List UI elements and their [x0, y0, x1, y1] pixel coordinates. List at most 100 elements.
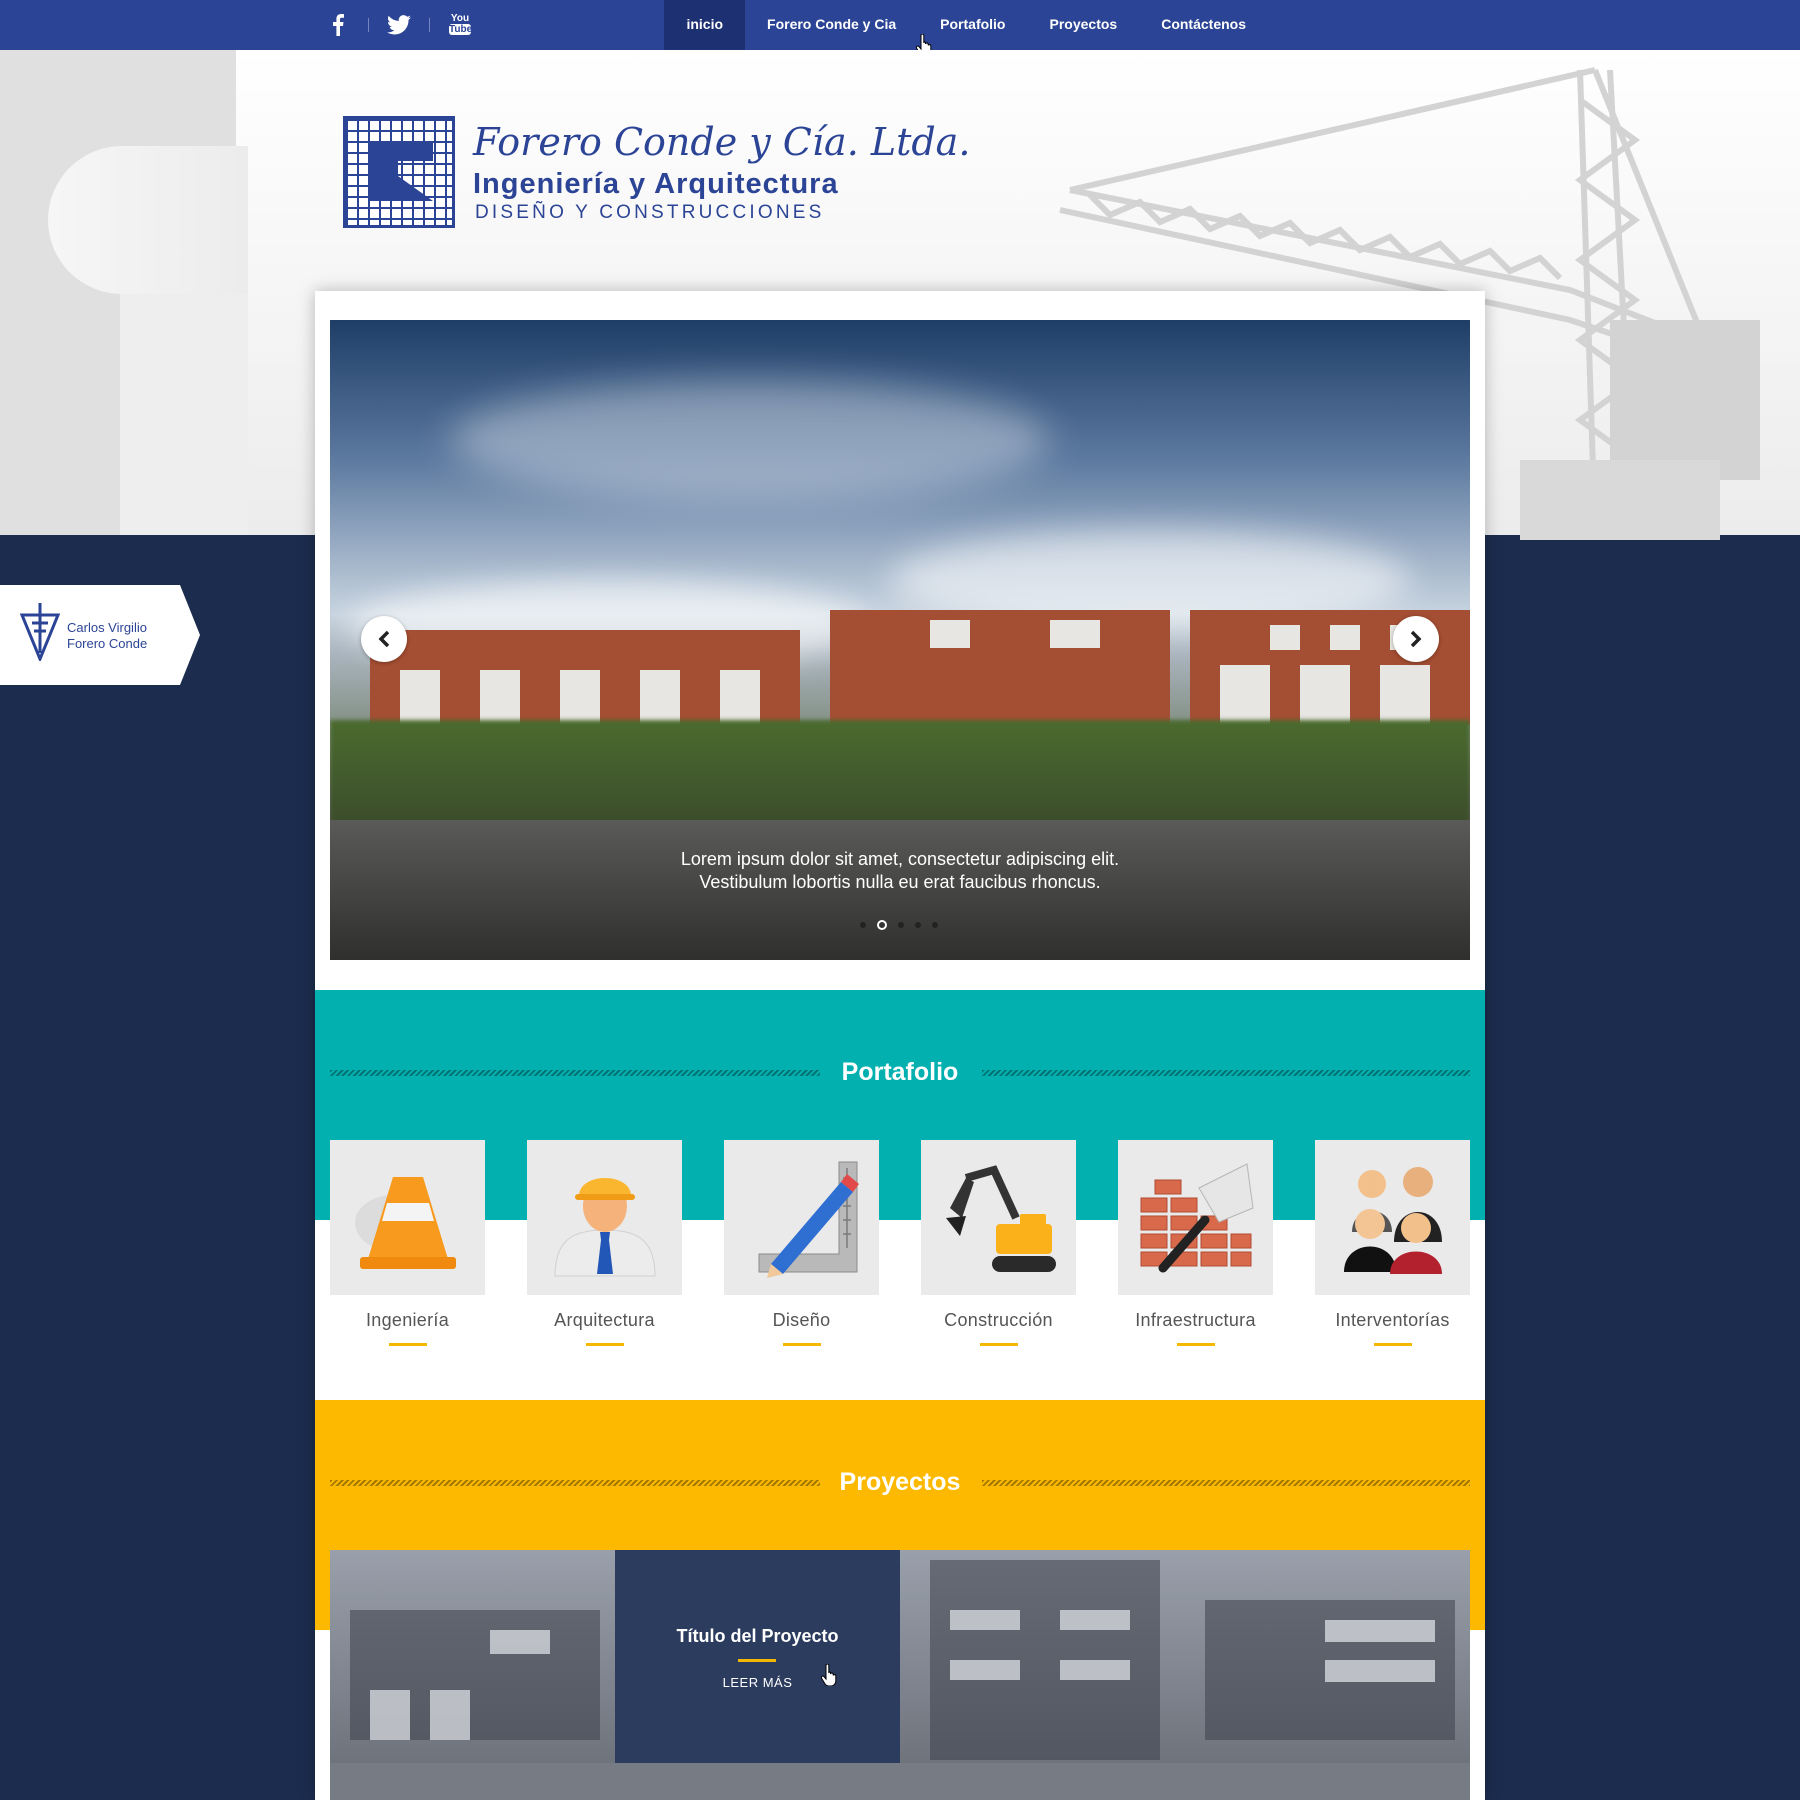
- divider: [368, 18, 369, 32]
- portafolio-label: Diseño: [772, 1310, 831, 1330]
- slide-building-window: [930, 620, 970, 648]
- project-building-window: [1060, 1610, 1130, 1630]
- nav-inicio[interactable]: inicio: [664, 0, 746, 50]
- label-underline: [979, 1343, 1018, 1346]
- portafolio-label: Interventorías: [1335, 1310, 1450, 1330]
- engineer-icon: [553, 1177, 656, 1276]
- portafolio-item-interventorias[interactable]: Interventorías: [1315, 1140, 1470, 1346]
- slide-building-door: [1220, 665, 1270, 725]
- slide-building: [830, 610, 1170, 730]
- hero-slider[interactable]: Lorem ipsum dolor sit amet, consectetur …: [330, 320, 1470, 960]
- project-building-door: [370, 1690, 410, 1740]
- facebook-icon[interactable]: [326, 13, 350, 37]
- portafolio-item-arquitectura[interactable]: Arquitectura: [527, 1140, 682, 1346]
- slide-building-window: [1050, 620, 1100, 648]
- founder-name-line: Carlos Virgilio: [67, 620, 147, 635]
- social-links: You Tube: [326, 12, 472, 38]
- slide-cloud: [450, 380, 1050, 500]
- project-card[interactable]: [330, 1550, 615, 1763]
- slider-next-button[interactable]: [1393, 616, 1439, 662]
- portafolio-label: Arquitectura: [554, 1310, 655, 1330]
- project-title-underline: [738, 1659, 776, 1662]
- nav-portafolio[interactable]: Portafolio: [918, 0, 1027, 50]
- top-navigation-bar: You Tube inicio Forero Conde y Cia Porta…: [0, 0, 1800, 50]
- project-building-window: [1325, 1660, 1435, 1682]
- portafolio-label: Ingeniería: [365, 1310, 450, 1330]
- project-building-window: [1060, 1660, 1130, 1680]
- portafolio-tile: [527, 1140, 682, 1295]
- youtube-icon[interactable]: You Tube: [448, 13, 472, 37]
- project-card[interactable]: [1185, 1550, 1470, 1763]
- project-building-door: [430, 1690, 470, 1740]
- project-card[interactable]: [330, 1763, 615, 1800]
- traffic-cone-icon: [354, 1176, 456, 1269]
- portafolio-item-construccion[interactable]: Construcción: [921, 1140, 1076, 1346]
- slider-dot[interactable]: [915, 922, 921, 928]
- project-card-featured[interactable]: Título del Proyecto LEER MÁS: [615, 1550, 900, 1763]
- portafolio-tile: [1118, 1140, 1273, 1295]
- read-more-link[interactable]: LEER MÁS: [615, 1675, 900, 1690]
- excavator-icon: [946, 1164, 1056, 1272]
- chevron-left-icon: [378, 630, 390, 648]
- portafolio-label: Construcción: [944, 1310, 1053, 1330]
- divider: [429, 18, 430, 32]
- portafolio-label: Infraestructura: [1135, 1310, 1256, 1330]
- logo-subtagline: DISEÑO Y CONSTRUCCIONES: [475, 202, 825, 223]
- portafolio-tile: [921, 1140, 1076, 1295]
- portafolio-tile: [330, 1140, 485, 1295]
- project-card[interactable]: [900, 1763, 1185, 1800]
- decorative-shape: [120, 294, 248, 535]
- label-underline: [1176, 1343, 1215, 1346]
- slide-building-window: [1330, 625, 1360, 650]
- slider-pagination: [860, 920, 938, 930]
- slide-caption: Lorem ipsum dolor sit amet, consectetur …: [330, 848, 1470, 894]
- slider-dot[interactable]: [898, 922, 904, 928]
- nav-contactenos[interactable]: Contáctenos: [1139, 0, 1268, 50]
- portafolio-title: Portafolio: [841, 1058, 959, 1086]
- project-title: Título del Proyecto: [676, 1626, 839, 1646]
- logo-tagline: Ingeniería y Arquitectura: [473, 168, 839, 200]
- slide-grass: [330, 720, 1470, 830]
- slide-building-door: [1300, 665, 1350, 725]
- portafolio-item-diseno[interactable]: Diseño: [724, 1140, 879, 1346]
- hand-cursor-icon: [821, 1664, 837, 1686]
- nav-forero-conde-y-cia[interactable]: Forero Conde y Cia: [745, 0, 918, 50]
- slide-building-door: [1380, 665, 1430, 725]
- portafolio-band: Portafolio: [315, 990, 1485, 1220]
- project-building-window: [950, 1610, 1020, 1630]
- project-building-window: [490, 1630, 550, 1654]
- slider-dot[interactable]: [860, 922, 866, 928]
- portafolio-tile: [1315, 1140, 1470, 1295]
- slide-caption-line: Lorem ipsum dolor sit amet, consectetur …: [680, 849, 1120, 869]
- slider-dot-active[interactable]: [877, 920, 887, 930]
- label-underline: [585, 1343, 624, 1346]
- project-card[interactable]: [900, 1550, 1185, 1763]
- portafolio-item-ingenieria[interactable]: Ingeniería: [330, 1140, 485, 1346]
- chevron-right-icon: [1410, 630, 1422, 648]
- founder-name: Carlos Virgilio Forero Conde: [67, 620, 147, 652]
- founder-name-line: Forero Conde: [67, 636, 148, 651]
- project-building-window: [1325, 1620, 1435, 1642]
- twitter-icon[interactable]: [387, 13, 411, 37]
- portafolio-item-infraestructura[interactable]: Infraestructura: [1118, 1140, 1273, 1346]
- pencil-ruler-icon: [758, 1161, 859, 1278]
- decorative-shape: [48, 146, 248, 294]
- slide-caption-line: Vestibulum lobortis nulla eu erat faucib…: [699, 872, 1101, 892]
- founder-emblem-icon: [19, 603, 61, 661]
- slide-building-window: [1270, 625, 1300, 650]
- nav-proyectos[interactable]: Proyectos: [1028, 0, 1140, 50]
- label-underline: [388, 1343, 427, 1346]
- logo-company-name: Forero Conde y Cía. Ltda.: [473, 120, 971, 164]
- label-underline: [1373, 1343, 1412, 1346]
- proyectos-title: Proyectos: [839, 1468, 961, 1496]
- youtube-tube-text: Tube: [449, 24, 473, 35]
- project-card[interactable]: [1185, 1763, 1470, 1800]
- project-card[interactable]: [615, 1763, 900, 1800]
- people-group-icon: [1344, 1166, 1442, 1274]
- portafolio-tile: [724, 1140, 879, 1295]
- logo-mark-icon: [368, 141, 433, 201]
- slider-dot[interactable]: [932, 922, 938, 928]
- slider-prev-button[interactable]: [361, 616, 407, 662]
- main-menu: inicio Forero Conde y Cia Portafolio Pro…: [664, 0, 1268, 50]
- founder-badge[interactable]: Carlos Virgilio Forero Conde: [0, 585, 200, 685]
